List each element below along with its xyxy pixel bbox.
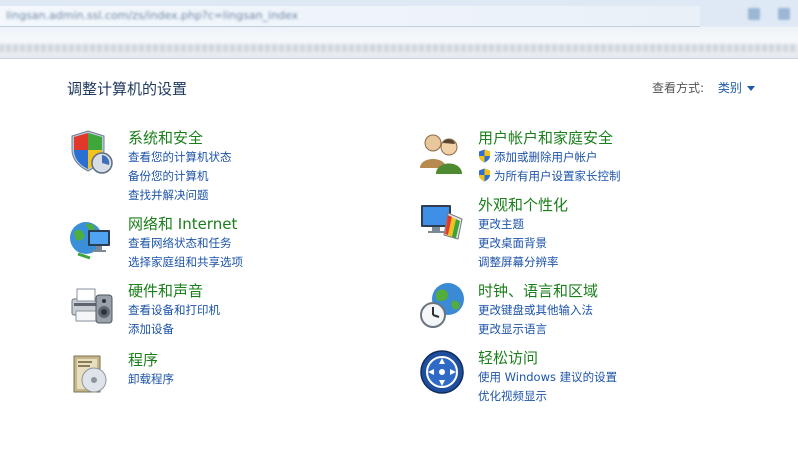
category-title[interactable]: 硬件和声音 [128, 281, 220, 301]
browser-toolbar-icons [748, 8, 790, 20]
page-title: 调整计算机的设置 [67, 80, 188, 98]
link-parental-controls[interactable]: 为所有用户设置家长控制 [478, 167, 621, 186]
programs-icon[interactable] [68, 350, 116, 398]
link-desktop-background[interactable]: 更改桌面背景 [478, 234, 568, 253]
link-add-device[interactable]: 添加设备 [128, 320, 220, 339]
address-text: lingsan.admin.ssl.com/zs/index.php?c=lin… [6, 9, 299, 22]
link-screen-resolution[interactable]: 调整屏幕分辨率 [478, 253, 568, 272]
address-bar[interactable]: lingsan.admin.ssl.com/zs/index.php?c=lin… [0, 6, 700, 27]
refresh-icon[interactable] [748, 8, 760, 20]
link-backup-computer[interactable]: 备份您的计算机 [128, 167, 232, 186]
printer-icon[interactable] [68, 281, 116, 329]
chevron-down-icon [746, 86, 755, 91]
link-text: 为所有用户设置家长控制 [494, 169, 621, 183]
toolbar-strip [0, 44, 798, 52]
category-title[interactable]: 轻松访问 [478, 348, 617, 368]
link-display-language[interactable]: 更改显示语言 [478, 320, 598, 339]
users-icon[interactable] [418, 128, 466, 176]
link-change-theme[interactable]: 更改主题 [478, 215, 568, 234]
link-troubleshoot[interactable]: 查找并解决问题 [128, 186, 232, 205]
shield-icon[interactable] [68, 128, 116, 176]
link-network-status[interactable]: 查看网络状态和任务 [128, 234, 243, 253]
view-by-label: 查看方式: [652, 81, 705, 95]
link-windows-recommended-settings[interactable]: 使用 Windows 建议的设置 [478, 368, 617, 387]
link-homegroup-sharing[interactable]: 选择家庭组和共享选项 [128, 253, 243, 272]
clock-globe-icon[interactable] [418, 281, 466, 329]
category-title[interactable]: 网络和 Internet [128, 214, 243, 234]
link-text: 添加或删除用户帐户 [494, 150, 598, 164]
link-devices-printers[interactable]: 查看设备和打印机 [128, 301, 220, 320]
category-title[interactable]: 外观和个性化 [478, 195, 568, 215]
category-title[interactable]: 用户帐户和家庭安全 [478, 128, 621, 148]
category-title[interactable]: 时钟、语言和区域 [478, 281, 598, 301]
ease-of-access-icon[interactable] [418, 348, 466, 396]
category-title[interactable]: 系统和安全 [128, 128, 232, 148]
view-by-dropdown[interactable]: 类别 [718, 81, 755, 95]
browser-chrome: lingsan.admin.ssl.com/zs/index.php?c=lin… [0, 0, 798, 59]
link-change-keyboard[interactable]: 更改键盘或其他输入法 [478, 301, 598, 320]
view-by-value: 类别 [717, 81, 742, 95]
link-uninstall-program[interactable]: 卸载程序 [128, 370, 174, 389]
link-add-remove-accounts[interactable]: 添加或删除用户帐户 [478, 148, 621, 167]
uac-shield-icon [479, 149, 490, 163]
category-title[interactable]: 程序 [128, 350, 174, 370]
view-by: 查看方式: 类别 [652, 79, 755, 96]
network-icon[interactable] [68, 214, 116, 262]
uac-shield-icon [479, 168, 490, 182]
link-optimize-video-display[interactable]: 优化视频显示 [478, 387, 617, 406]
link-view-computer-status[interactable]: 查看您的计算机状态 [128, 148, 232, 167]
stop-icon[interactable] [778, 8, 790, 20]
appearance-icon[interactable] [418, 195, 466, 243]
